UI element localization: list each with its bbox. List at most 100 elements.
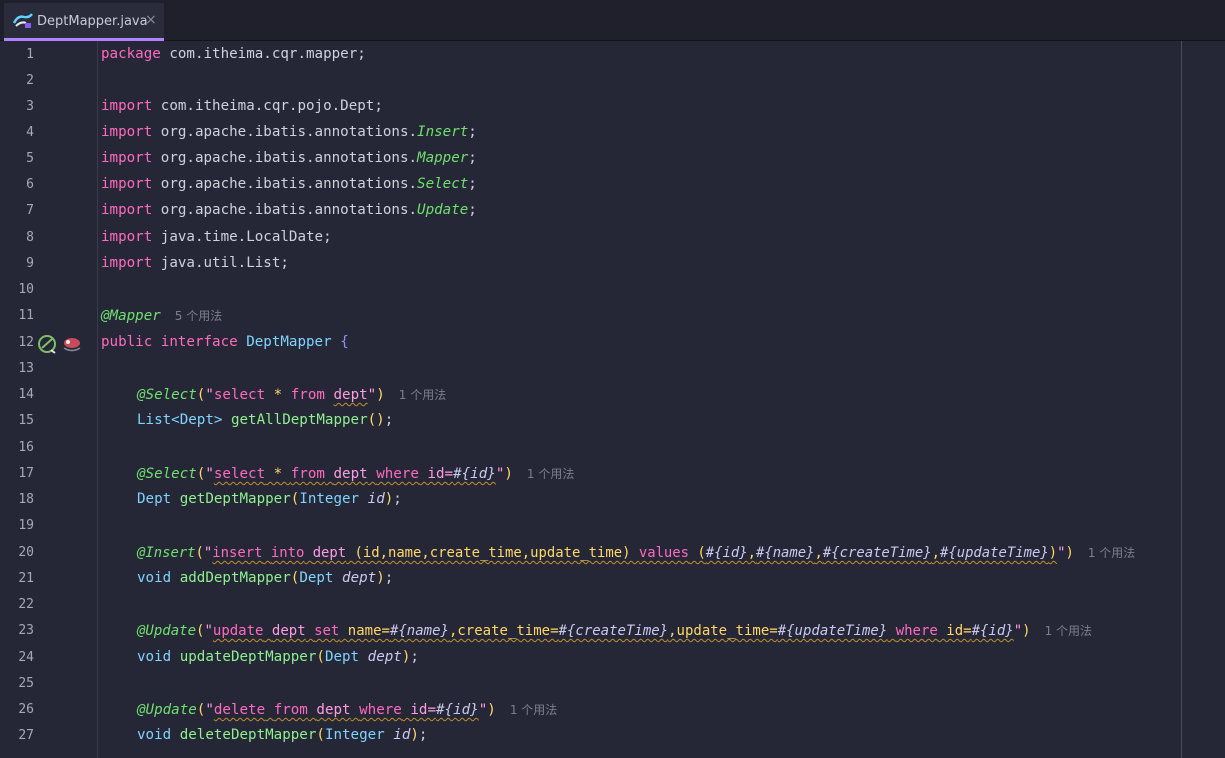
keyword: import [101,202,153,218]
sql-keyword: into [270,545,305,561]
code-line: 3 import com.itheima.cqr.pojo.Dept; [0,95,1225,121]
editor-tab-bar: DeptMapper.java × [0,0,1225,41]
usages-hint[interactable]: 1 个用法 [1045,624,1092,638]
code-line: 26 @Update("delete from dept where id=#{… [0,698,1225,724]
code-line: 19 [0,514,1225,540]
code-line: 9 import java.util.List; [0,252,1225,278]
interface-name: DeptMapper [246,334,332,350]
method-name: getDeptMapper [179,491,291,507]
param-type: Dept [324,649,368,665]
sql-text: id= [937,623,972,639]
sql-keyword: update [212,623,264,639]
line-number: 16 [18,440,34,455]
sql-text: id= [401,702,437,718]
param-name: id [393,727,411,743]
keyword: public [101,334,153,350]
comma: , [747,545,756,561]
sql-text: ( [689,545,706,561]
string-quote: " [204,623,213,639]
keyword: import [101,255,153,271]
semicolon: ; [418,727,428,743]
import-path: java.time.LocalDate; [152,229,332,245]
usages-hint[interactable]: 1 个用法 [1088,546,1135,560]
code-line: 21 void addDeptMapper(Dept dept); [0,567,1225,593]
usages-hint[interactable]: 1 个用法 [510,703,557,717]
annotation: @Select [137,466,197,482]
return-type: List<Dept> [137,412,231,428]
code-editor[interactable]: 1 package com.itheima.cqr.mapper; 2 3 im… [0,41,1225,758]
param-name: dept [367,649,402,665]
code-line: 22 [0,593,1225,619]
param-name: dept [342,570,377,586]
sql-keyword: values [638,545,690,561]
brace: { [340,334,349,350]
line-number: 22 [18,597,34,612]
paren: ) [487,702,496,718]
param-type: Dept [299,570,343,586]
keyword: interface [160,334,238,350]
code-line: 18 Dept getDeptMapper(Integer id); [0,488,1225,514]
sql-keyword: where [376,466,419,482]
keyword: import [101,124,153,140]
sql-keyword: from [290,466,325,482]
paren: ) [376,570,385,586]
code-line: 24 void updateDeptMapper(Dept dept); [0,646,1225,672]
code-line: 11 @Mapper 5 个用法 [0,304,1225,330]
paren: ) [1048,545,1058,561]
package-name: com.itheima.cqr.mapper; [160,46,366,62]
usages-hint[interactable]: 1 个用法 [399,388,446,402]
code-line: 5 import org.apache.ibatis.annotations.M… [0,147,1225,173]
return-type: void [137,649,180,665]
sql-keyword: delete [213,702,266,718]
sql-keyword: where [359,702,402,718]
string-quote: " [205,702,214,718]
param-type: Integer [299,491,368,507]
close-icon[interactable]: × [145,12,157,28]
code-line: 15 List<Dept> getAllDeptMapper(); [0,409,1225,435]
sql-text: name= [339,623,390,639]
code-line: 23 @Update("update dept set name=#{name}… [0,619,1225,645]
code-line: 12 public interface DeptMapper { [0,331,1225,357]
sql-table: dept [333,466,368,482]
keyword: import [101,98,153,114]
usages-hint[interactable]: 1 个用法 [527,467,574,481]
string-quote: " [367,387,377,403]
tab-deptmapper-java[interactable]: DeptMapper.java × [4,3,164,41]
keyword: import [101,150,153,166]
line-number: 18 [18,492,34,507]
tab-title: DeptMapper.java [37,14,148,29]
sql-text: * [265,466,291,482]
sql-param: #{id} [705,545,748,561]
line-number: 4 [26,125,34,140]
method-name: getAllDeptMapper [230,412,368,428]
sql-param: #{id} [453,466,496,482]
sql-keyword: where [895,623,938,639]
paren: ( [195,545,204,561]
annotation: @Update [137,623,197,639]
semicolon: ; [384,570,394,586]
import-path: org.apache.ibatis.annotations. [152,124,418,140]
paren: ) [376,387,385,403]
java-class-icon [12,13,33,28]
sql-keyword: insert [212,545,263,561]
usages-hint[interactable]: 5 个用法 [175,309,222,323]
sql-param: #{id} [971,623,1014,639]
mybatis-mapper-icon[interactable] [61,334,83,354]
sql-param: #{id} [436,702,479,718]
import-path: java.util.List; [152,255,289,271]
code-line: 25 [0,672,1225,698]
sql-table: dept [333,387,368,403]
code-line: 20 @Insert("insert into dept (id,name,cr… [0,541,1225,567]
code-line: 1 package com.itheima.cqr.mapper; [0,43,1225,69]
spring-bean-icon[interactable] [37,334,59,354]
code-line: 4 import org.apache.ibatis.annotations.I… [0,121,1225,147]
string-quote: " [205,466,214,482]
annotation: @Select [137,387,197,403]
gutter-icons [37,334,85,354]
line-number: 5 [26,151,34,166]
keyword: import [101,176,153,192]
import-path: org.apache.ibatis.annotations. [152,202,418,218]
